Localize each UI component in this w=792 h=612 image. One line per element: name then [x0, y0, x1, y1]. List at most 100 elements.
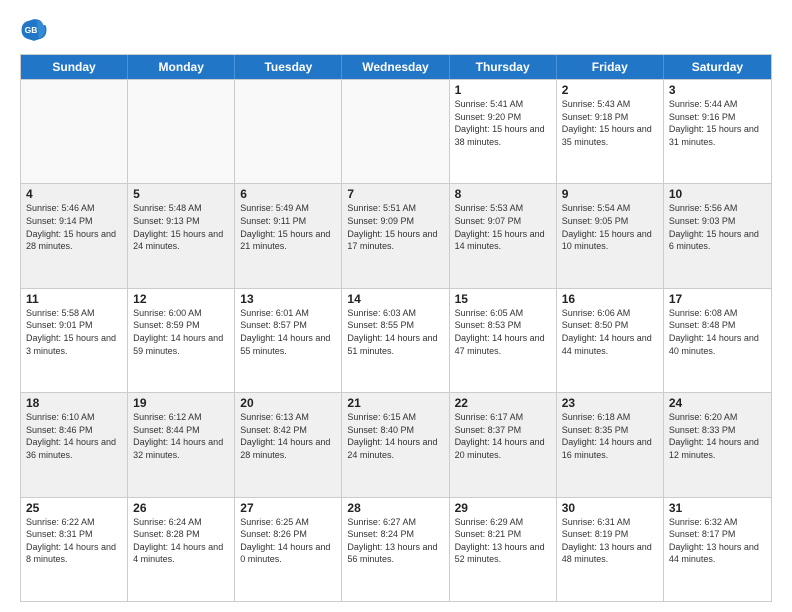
calendar-body: 1Sunrise: 5:41 AM Sunset: 9:20 PM Daylig… — [21, 79, 771, 601]
day-number: 14 — [347, 292, 443, 306]
header-day-thursday: Thursday — [450, 55, 557, 79]
cell-data: Sunrise: 6:20 AM Sunset: 8:33 PM Dayligh… — [669, 411, 766, 461]
day-number: 22 — [455, 396, 551, 410]
cell-data: Sunrise: 6:29 AM Sunset: 8:21 PM Dayligh… — [455, 516, 551, 566]
day-number: 16 — [562, 292, 658, 306]
day-number: 6 — [240, 187, 336, 201]
header: GB — [20, 16, 772, 44]
cell-data: Sunrise: 6:13 AM Sunset: 8:42 PM Dayligh… — [240, 411, 336, 461]
cal-cell: 14Sunrise: 6:03 AM Sunset: 8:55 PM Dayli… — [342, 289, 449, 392]
cell-data: Sunrise: 6:15 AM Sunset: 8:40 PM Dayligh… — [347, 411, 443, 461]
cal-cell: 26Sunrise: 6:24 AM Sunset: 8:28 PM Dayli… — [128, 498, 235, 601]
cal-cell: 30Sunrise: 6:31 AM Sunset: 8:19 PM Dayli… — [557, 498, 664, 601]
cal-cell: 7Sunrise: 5:51 AM Sunset: 9:09 PM Daylig… — [342, 184, 449, 287]
day-number: 15 — [455, 292, 551, 306]
cal-cell: 12Sunrise: 6:00 AM Sunset: 8:59 PM Dayli… — [128, 289, 235, 392]
logo: GB — [20, 16, 52, 44]
cell-data: Sunrise: 6:06 AM Sunset: 8:50 PM Dayligh… — [562, 307, 658, 357]
cell-data: Sunrise: 5:51 AM Sunset: 9:09 PM Dayligh… — [347, 202, 443, 252]
week-row-1: 1Sunrise: 5:41 AM Sunset: 9:20 PM Daylig… — [21, 79, 771, 183]
header-day-saturday: Saturday — [664, 55, 771, 79]
week-row-5: 25Sunrise: 6:22 AM Sunset: 8:31 PM Dayli… — [21, 497, 771, 601]
cal-cell: 27Sunrise: 6:25 AM Sunset: 8:26 PM Dayli… — [235, 498, 342, 601]
cal-cell: 18Sunrise: 6:10 AM Sunset: 8:46 PM Dayli… — [21, 393, 128, 496]
day-number: 27 — [240, 501, 336, 515]
day-number: 8 — [455, 187, 551, 201]
cell-data: Sunrise: 6:17 AM Sunset: 8:37 PM Dayligh… — [455, 411, 551, 461]
calendar: SundayMondayTuesdayWednesdayThursdayFrid… — [20, 54, 772, 602]
cell-data: Sunrise: 6:27 AM Sunset: 8:24 PM Dayligh… — [347, 516, 443, 566]
day-number: 5 — [133, 187, 229, 201]
cell-data: Sunrise: 6:00 AM Sunset: 8:59 PM Dayligh… — [133, 307, 229, 357]
cell-data: Sunrise: 6:22 AM Sunset: 8:31 PM Dayligh… — [26, 516, 122, 566]
week-row-3: 11Sunrise: 5:58 AM Sunset: 9:01 PM Dayli… — [21, 288, 771, 392]
week-row-4: 18Sunrise: 6:10 AM Sunset: 8:46 PM Dayli… — [21, 392, 771, 496]
day-number: 31 — [669, 501, 766, 515]
day-number: 13 — [240, 292, 336, 306]
cal-cell: 16Sunrise: 6:06 AM Sunset: 8:50 PM Dayli… — [557, 289, 664, 392]
header-day-sunday: Sunday — [21, 55, 128, 79]
cal-cell: 3Sunrise: 5:44 AM Sunset: 9:16 PM Daylig… — [664, 80, 771, 183]
cell-data: Sunrise: 5:44 AM Sunset: 9:16 PM Dayligh… — [669, 98, 766, 148]
cal-cell — [235, 80, 342, 183]
cal-cell: 1Sunrise: 5:41 AM Sunset: 9:20 PM Daylig… — [450, 80, 557, 183]
day-number: 23 — [562, 396, 658, 410]
cell-data: Sunrise: 6:12 AM Sunset: 8:44 PM Dayligh… — [133, 411, 229, 461]
day-number: 24 — [669, 396, 766, 410]
cal-cell: 2Sunrise: 5:43 AM Sunset: 9:18 PM Daylig… — [557, 80, 664, 183]
cell-data: Sunrise: 6:01 AM Sunset: 8:57 PM Dayligh… — [240, 307, 336, 357]
cal-cell: 21Sunrise: 6:15 AM Sunset: 8:40 PM Dayli… — [342, 393, 449, 496]
cal-cell — [128, 80, 235, 183]
cal-cell: 31Sunrise: 6:32 AM Sunset: 8:17 PM Dayli… — [664, 498, 771, 601]
day-number: 4 — [26, 187, 122, 201]
page: GB SundayMondayTuesdayWednesdayThursdayF… — [0, 0, 792, 612]
cell-data: Sunrise: 5:43 AM Sunset: 9:18 PM Dayligh… — [562, 98, 658, 148]
day-number: 20 — [240, 396, 336, 410]
day-number: 17 — [669, 292, 766, 306]
day-number: 18 — [26, 396, 122, 410]
cell-data: Sunrise: 5:49 AM Sunset: 9:11 PM Dayligh… — [240, 202, 336, 252]
day-number: 3 — [669, 83, 766, 97]
day-number: 2 — [562, 83, 658, 97]
day-number: 25 — [26, 501, 122, 515]
cal-cell: 24Sunrise: 6:20 AM Sunset: 8:33 PM Dayli… — [664, 393, 771, 496]
cal-cell: 10Sunrise: 5:56 AM Sunset: 9:03 PM Dayli… — [664, 184, 771, 287]
day-number: 26 — [133, 501, 229, 515]
cell-data: Sunrise: 5:46 AM Sunset: 9:14 PM Dayligh… — [26, 202, 122, 252]
cal-cell: 23Sunrise: 6:18 AM Sunset: 8:35 PM Dayli… — [557, 393, 664, 496]
cal-cell: 8Sunrise: 5:53 AM Sunset: 9:07 PM Daylig… — [450, 184, 557, 287]
cell-data: Sunrise: 5:48 AM Sunset: 9:13 PM Dayligh… — [133, 202, 229, 252]
header-day-monday: Monday — [128, 55, 235, 79]
cal-cell: 28Sunrise: 6:27 AM Sunset: 8:24 PM Dayli… — [342, 498, 449, 601]
svg-text:GB: GB — [25, 25, 38, 35]
day-number: 29 — [455, 501, 551, 515]
day-number: 11 — [26, 292, 122, 306]
cell-data: Sunrise: 5:56 AM Sunset: 9:03 PM Dayligh… — [669, 202, 766, 252]
cal-cell: 25Sunrise: 6:22 AM Sunset: 8:31 PM Dayli… — [21, 498, 128, 601]
cal-cell: 13Sunrise: 6:01 AM Sunset: 8:57 PM Dayli… — [235, 289, 342, 392]
day-number: 10 — [669, 187, 766, 201]
day-number: 28 — [347, 501, 443, 515]
cell-data: Sunrise: 5:58 AM Sunset: 9:01 PM Dayligh… — [26, 307, 122, 357]
cell-data: Sunrise: 6:25 AM Sunset: 8:26 PM Dayligh… — [240, 516, 336, 566]
logo-icon: GB — [20, 16, 48, 44]
cal-cell: 20Sunrise: 6:13 AM Sunset: 8:42 PM Dayli… — [235, 393, 342, 496]
day-number: 1 — [455, 83, 551, 97]
cell-data: Sunrise: 6:18 AM Sunset: 8:35 PM Dayligh… — [562, 411, 658, 461]
cal-cell — [342, 80, 449, 183]
day-number: 21 — [347, 396, 443, 410]
calendar-header-row: SundayMondayTuesdayWednesdayThursdayFrid… — [21, 55, 771, 79]
cal-cell: 11Sunrise: 5:58 AM Sunset: 9:01 PM Dayli… — [21, 289, 128, 392]
cell-data: Sunrise: 6:32 AM Sunset: 8:17 PM Dayligh… — [669, 516, 766, 566]
cell-data: Sunrise: 6:05 AM Sunset: 8:53 PM Dayligh… — [455, 307, 551, 357]
cell-data: Sunrise: 6:08 AM Sunset: 8:48 PM Dayligh… — [669, 307, 766, 357]
cell-data: Sunrise: 5:53 AM Sunset: 9:07 PM Dayligh… — [455, 202, 551, 252]
cal-cell: 4Sunrise: 5:46 AM Sunset: 9:14 PM Daylig… — [21, 184, 128, 287]
cell-data: Sunrise: 6:31 AM Sunset: 8:19 PM Dayligh… — [562, 516, 658, 566]
week-row-2: 4Sunrise: 5:46 AM Sunset: 9:14 PM Daylig… — [21, 183, 771, 287]
cal-cell: 29Sunrise: 6:29 AM Sunset: 8:21 PM Dayli… — [450, 498, 557, 601]
day-number: 19 — [133, 396, 229, 410]
cell-data: Sunrise: 5:54 AM Sunset: 9:05 PM Dayligh… — [562, 202, 658, 252]
cal-cell: 9Sunrise: 5:54 AM Sunset: 9:05 PM Daylig… — [557, 184, 664, 287]
day-number: 9 — [562, 187, 658, 201]
